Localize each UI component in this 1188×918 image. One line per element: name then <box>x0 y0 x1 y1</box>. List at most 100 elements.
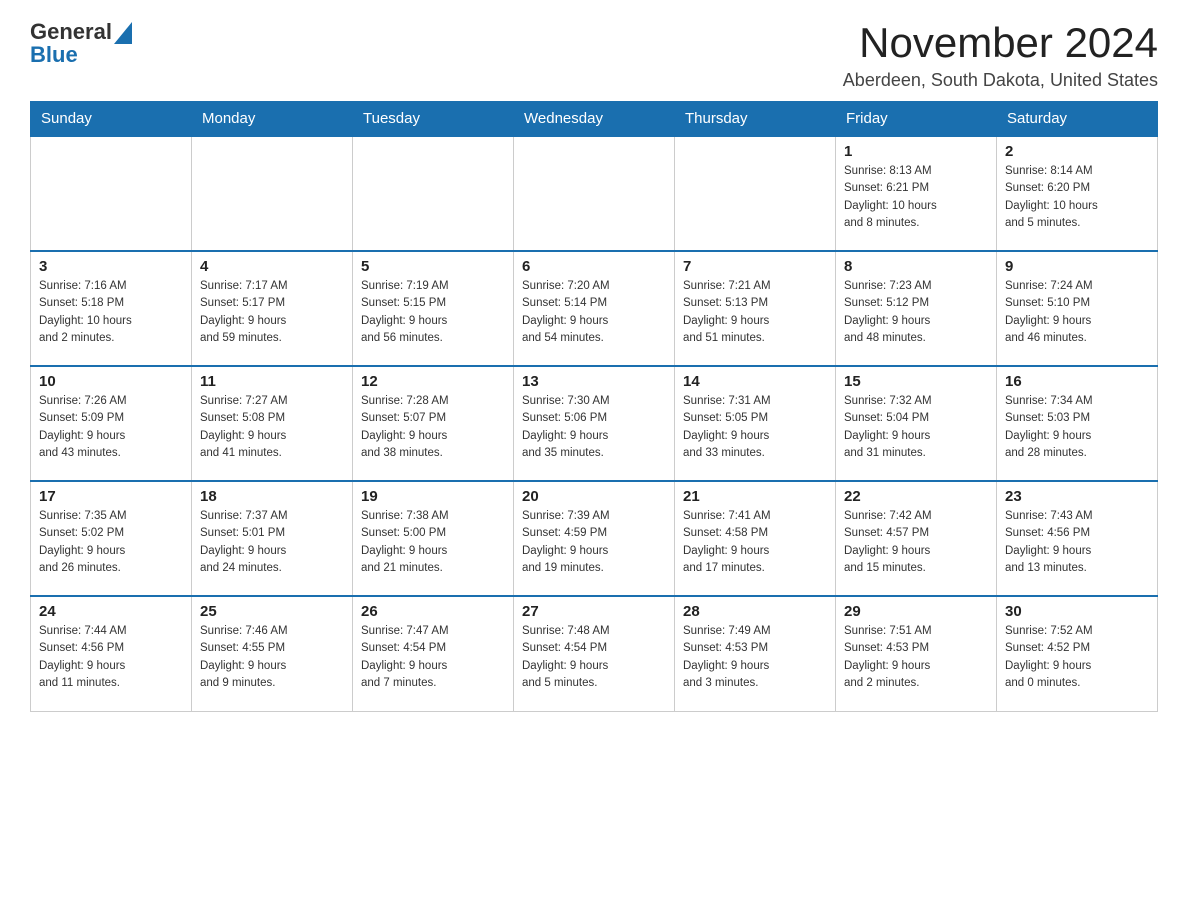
col-header-sunday: Sunday <box>31 102 192 137</box>
calendar-cell: 16 Sunrise: 7:34 AM Sunset: 5:03 PM Dayli… <box>997 366 1158 481</box>
calendar-cell: 29 Sunrise: 7:51 AM Sunset: 4:53 PM Dayli… <box>836 596 997 711</box>
day-info: Sunrise: 7:51 AM Sunset: 4:53 PM Dayligh… <box>844 623 988 692</box>
day-info: Sunrise: 7:42 AM Sunset: 4:57 PM Dayligh… <box>844 508 988 577</box>
calendar-cell: 22 Sunrise: 7:42 AM Sunset: 4:57 PM Dayli… <box>836 481 997 596</box>
day-number: 29 <box>844 603 988 620</box>
day-number: 30 <box>1005 603 1149 620</box>
day-info: Sunrise: 7:37 AM Sunset: 5:01 PM Dayligh… <box>200 508 344 577</box>
calendar-cell: 9 Sunrise: 7:24 AM Sunset: 5:10 PM Daylig… <box>997 251 1158 366</box>
day-number: 28 <box>683 603 827 620</box>
day-info: Sunrise: 7:16 AM Sunset: 5:18 PM Dayligh… <box>39 278 183 347</box>
day-number: 25 <box>200 603 344 620</box>
calendar-cell: 7 Sunrise: 7:21 AM Sunset: 5:13 PM Daylig… <box>675 251 836 366</box>
title-section: November 2024 Aberdeen, South Dakota, Un… <box>843 20 1158 91</box>
day-number: 26 <box>361 603 505 620</box>
day-number: 16 <box>1005 373 1149 390</box>
calendar-cell: 21 Sunrise: 7:41 AM Sunset: 4:58 PM Dayli… <box>675 481 836 596</box>
calendar-cell: 25 Sunrise: 7:46 AM Sunset: 4:55 PM Dayli… <box>192 596 353 711</box>
day-info: Sunrise: 7:44 AM Sunset: 4:56 PM Dayligh… <box>39 623 183 692</box>
day-number: 23 <box>1005 488 1149 505</box>
day-info: Sunrise: 7:21 AM Sunset: 5:13 PM Dayligh… <box>683 278 827 347</box>
day-info: Sunrise: 7:38 AM Sunset: 5:00 PM Dayligh… <box>361 508 505 577</box>
day-number: 11 <box>200 373 344 390</box>
calendar-cell: 15Sunrise: 7:32 AM Sunset: 5:04 PM Dayli… <box>836 366 997 481</box>
col-header-saturday: Saturday <box>997 102 1158 137</box>
calendar-cell: 4 Sunrise: 7:17 AM Sunset: 5:17 PM Daylig… <box>192 251 353 366</box>
location-subtitle: Aberdeen, South Dakota, United States <box>843 70 1158 91</box>
day-info: Sunrise: 7:23 AM Sunset: 5:12 PM Dayligh… <box>844 278 988 347</box>
calendar-table: SundayMondayTuesdayWednesdayThursdayFrid… <box>30 101 1158 712</box>
day-info: Sunrise: 7:52 AM Sunset: 4:52 PM Dayligh… <box>1005 623 1149 692</box>
day-info: Sunrise: 7:49 AM Sunset: 4:53 PM Dayligh… <box>683 623 827 692</box>
calendar-cell: 18 Sunrise: 7:37 AM Sunset: 5:01 PM Dayli… <box>192 481 353 596</box>
day-number: 27 <box>522 603 666 620</box>
day-number: 8 <box>844 258 988 275</box>
col-header-wednesday: Wednesday <box>514 102 675 137</box>
day-number: 4 <box>200 258 344 275</box>
calendar-cell: 6Sunrise: 7:20 AM Sunset: 5:14 PM Daylig… <box>514 251 675 366</box>
days-of-week-row: SundayMondayTuesdayWednesdayThursdayFrid… <box>31 102 1158 137</box>
calendar-cell: 27 Sunrise: 7:48 AM Sunset: 4:54 PM Dayli… <box>514 596 675 711</box>
day-number: 17 <box>39 488 183 505</box>
calendar-cell <box>675 136 836 251</box>
calendar-cell <box>514 136 675 251</box>
day-info: Sunrise: 7:24 AM Sunset: 5:10 PM Dayligh… <box>1005 278 1149 347</box>
calendar-cell: 8 Sunrise: 7:23 AM Sunset: 5:12 PM Daylig… <box>836 251 997 366</box>
logo-triangle-icon <box>114 22 132 44</box>
day-info: Sunrise: 7:35 AM Sunset: 5:02 PM Dayligh… <box>39 508 183 577</box>
day-info: Sunrise: 7:30 AM Sunset: 5:06 PM Dayligh… <box>522 393 666 462</box>
day-info: Sunrise: 7:19 AM Sunset: 5:15 PM Dayligh… <box>361 278 505 347</box>
calendar-cell: 3 Sunrise: 7:16 AM Sunset: 5:18 PM Daylig… <box>31 251 192 366</box>
col-header-tuesday: Tuesday <box>353 102 514 137</box>
day-info: Sunrise: 7:27 AM Sunset: 5:08 PM Dayligh… <box>200 393 344 462</box>
calendar-cell: 10Sunrise: 7:26 AM Sunset: 5:09 PM Dayli… <box>31 366 192 481</box>
day-info: Sunrise: 7:46 AM Sunset: 4:55 PM Dayligh… <box>200 623 344 692</box>
day-number: 24 <box>39 603 183 620</box>
calendar-cell: 13 Sunrise: 7:30 AM Sunset: 5:06 PM Dayli… <box>514 366 675 481</box>
day-number: 22 <box>844 488 988 505</box>
day-number: 13 <box>522 373 666 390</box>
calendar-cell <box>31 136 192 251</box>
day-info: Sunrise: 7:17 AM Sunset: 5:17 PM Dayligh… <box>200 278 344 347</box>
day-info: Sunrise: 7:34 AM Sunset: 5:03 PM Dayligh… <box>1005 393 1149 462</box>
day-number: 21 <box>683 488 827 505</box>
calendar-cell: 17 Sunrise: 7:35 AM Sunset: 5:02 PM Dayli… <box>31 481 192 596</box>
logo-blue-text: Blue <box>30 42 78 67</box>
day-info: Sunrise: 7:41 AM Sunset: 4:58 PM Dayligh… <box>683 508 827 577</box>
day-number: 9 <box>1005 258 1149 275</box>
calendar-cell: 30 Sunrise: 7:52 AM Sunset: 4:52 PM Dayli… <box>997 596 1158 711</box>
day-info: Sunrise: 7:39 AM Sunset: 4:59 PM Dayligh… <box>522 508 666 577</box>
week-row-5: 24 Sunrise: 7:44 AM Sunset: 4:56 PM Dayli… <box>31 596 1158 711</box>
page-header: General Blue November 2024 Aberdeen, Sou… <box>30 20 1158 91</box>
col-header-thursday: Thursday <box>675 102 836 137</box>
calendar-cell: 20 Sunrise: 7:39 AM Sunset: 4:59 PM Dayli… <box>514 481 675 596</box>
day-number: 20 <box>522 488 666 505</box>
day-number: 3 <box>39 258 183 275</box>
day-number: 6 <box>522 258 666 275</box>
calendar-header: SundayMondayTuesdayWednesdayThursdayFrid… <box>31 102 1158 137</box>
calendar-cell: 14Sunrise: 7:31 AM Sunset: 5:05 PM Dayli… <box>675 366 836 481</box>
calendar-cell <box>353 136 514 251</box>
week-row-3: 10Sunrise: 7:26 AM Sunset: 5:09 PM Dayli… <box>31 366 1158 481</box>
calendar-cell: 28 Sunrise: 7:49 AM Sunset: 4:53 PM Dayli… <box>675 596 836 711</box>
calendar-cell: 11 Sunrise: 7:27 AM Sunset: 5:08 PM Dayli… <box>192 366 353 481</box>
day-info: Sunrise: 7:32 AM Sunset: 5:04 PM Dayligh… <box>844 393 988 462</box>
calendar-cell: 24 Sunrise: 7:44 AM Sunset: 4:56 PM Dayli… <box>31 596 192 711</box>
logo: General Blue <box>30 20 132 66</box>
day-number: 1 <box>844 143 988 160</box>
day-number: 18 <box>200 488 344 505</box>
calendar-cell: 1Sunrise: 8:13 AM Sunset: 6:21 PM Daylig… <box>836 136 997 251</box>
day-info: Sunrise: 7:26 AM Sunset: 5:09 PM Dayligh… <box>39 393 183 462</box>
calendar-body: 1Sunrise: 8:13 AM Sunset: 6:21 PM Daylig… <box>31 136 1158 711</box>
day-info: Sunrise: 8:14 AM Sunset: 6:20 PM Dayligh… <box>1005 163 1149 232</box>
day-info: Sunrise: 7:48 AM Sunset: 4:54 PM Dayligh… <box>522 623 666 692</box>
day-number: 14 <box>683 373 827 390</box>
col-header-monday: Monday <box>192 102 353 137</box>
calendar-cell: 26Sunrise: 7:47 AM Sunset: 4:54 PM Dayli… <box>353 596 514 711</box>
calendar-cell: 5Sunrise: 7:19 AM Sunset: 5:15 PM Daylig… <box>353 251 514 366</box>
day-number: 2 <box>1005 143 1149 160</box>
calendar-cell: 23Sunrise: 7:43 AM Sunset: 4:56 PM Dayli… <box>997 481 1158 596</box>
day-number: 7 <box>683 258 827 275</box>
calendar-cell: 12Sunrise: 7:28 AM Sunset: 5:07 PM Dayli… <box>353 366 514 481</box>
day-number: 12 <box>361 373 505 390</box>
